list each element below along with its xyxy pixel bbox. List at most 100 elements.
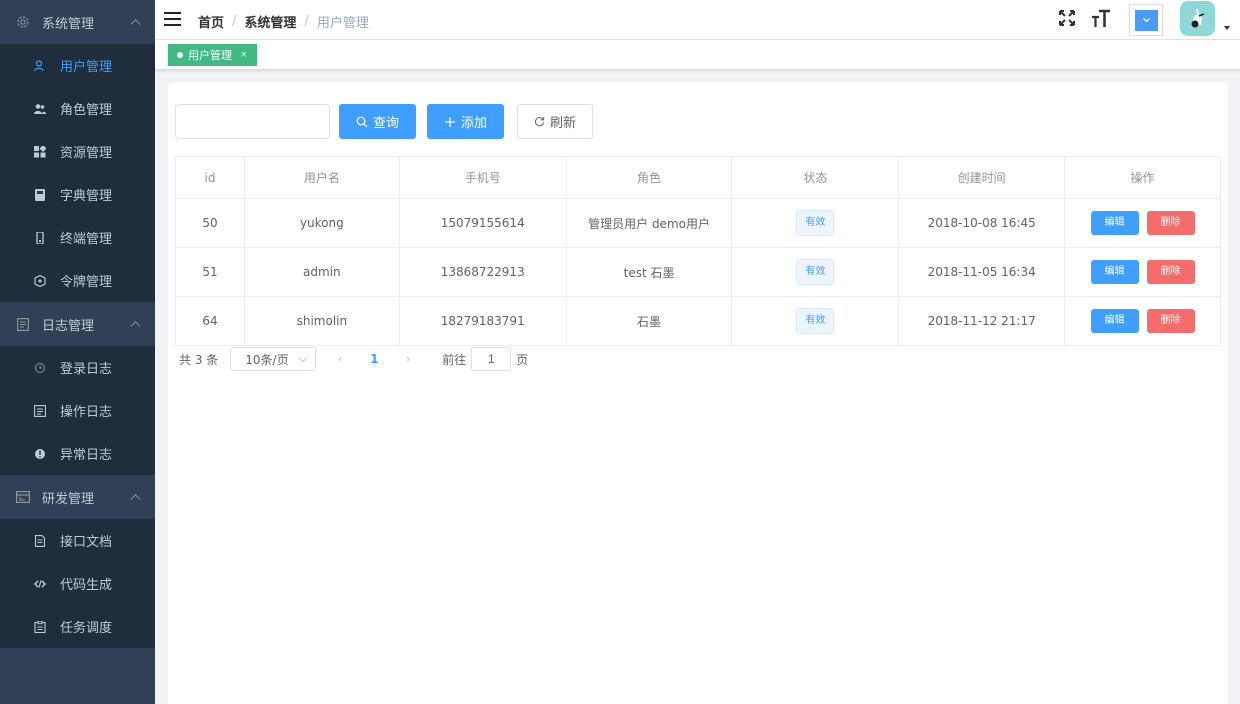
refresh-button[interactable]: 刷新 — [517, 104, 593, 139]
user-table: id 用户名 手机号 角色 状态 创建时间 操作 50 yukong 15079… — [175, 156, 1221, 346]
page-size-select[interactable]: 10条/页 — [230, 347, 317, 371]
chevron-up-icon — [130, 19, 141, 30]
sidebar-item-code-gen[interactable]: 代码生成 — [0, 562, 155, 605]
delete-button[interactable]: 删除 — [1146, 309, 1195, 333]
grid-icon — [34, 145, 46, 158]
cell-created: 2018-11-05 16:34 — [898, 247, 1066, 297]
select-trigger — [1135, 10, 1158, 31]
edit-button[interactable]: 编辑 — [1090, 211, 1139, 235]
sidebar-item-label: 操作日志 — [60, 405, 113, 420]
refresh-button-label: 刷新 — [549, 116, 576, 131]
pagination-total: 共 3 条 — [179, 352, 219, 367]
column-header-role[interactable]: 角色 — [565, 156, 733, 199]
user-icon — [34, 59, 46, 72]
cell-created: 2018-10-08 16:45 — [898, 198, 1066, 248]
breadcrumb-separator: / — [232, 14, 237, 29]
table-row: 64 shimolin 18279183791 石墨 有效 2018-11-12… — [175, 296, 1221, 346]
clock-icon — [34, 362, 46, 374]
fullscreen-icon[interactable] — [1058, 9, 1078, 29]
menu-group-system[interactable]: 系统管理 — [0, 0, 155, 44]
delete-button[interactable]: 删除 — [1146, 260, 1195, 284]
tag-label: 用户管理 — [188, 49, 232, 62]
sidebar-item-roles[interactable]: 角色管理 — [0, 87, 155, 130]
column-header-phone[interactable]: 手机号 — [398, 156, 567, 199]
cell-phone: 13868722913 — [398, 247, 567, 297]
page-number[interactable]: 1 — [360, 352, 388, 366]
active-dot — [177, 52, 183, 58]
edit-button[interactable]: 编辑 — [1090, 260, 1139, 284]
submenu-system: 用户管理 角色管理 资源管理 字典管理 终端管理 令牌管理 — [0, 44, 155, 302]
table-row: 50 yukong 15079155614 管理员用户 demo用户 有效 20… — [175, 198, 1221, 248]
delete-button[interactable]: 删除 — [1146, 211, 1195, 235]
table-row: 51 admin 13868722913 test 石墨 有效 2018-11-… — [175, 247, 1221, 297]
people-icon — [34, 103, 46, 115]
font-size-icon[interactable] — [1091, 9, 1111, 29]
column-header-status[interactable]: 状态 — [731, 156, 900, 199]
gear-icon — [16, 15, 30, 29]
status-badge: 有效 — [796, 259, 835, 285]
cell-actions: 编辑 删除 — [1064, 296, 1221, 346]
menu-group-label: 系统管理 — [42, 16, 95, 32]
next-page-icon[interactable]: › — [396, 352, 420, 366]
column-header-created[interactable]: 创建时间 — [898, 156, 1066, 199]
code-icon — [34, 578, 46, 590]
column-header-username[interactable]: 用户名 — [243, 156, 400, 199]
avatar[interactable] — [1180, 1, 1215, 36]
cell-created: 2018-11-12 21:17 — [898, 296, 1066, 346]
file-icon — [34, 534, 46, 547]
cell-id: 64 — [175, 296, 245, 346]
tag-user-management[interactable]: 用户管理 × — [168, 44, 257, 66]
cell-role: 石墨 — [565, 296, 733, 346]
menu-group-label: 研发管理 — [42, 491, 95, 507]
sidebar-item-label: 令牌管理 — [60, 275, 113, 290]
cell-username: yukong — [243, 198, 400, 248]
goto-page-input[interactable] — [471, 347, 512, 371]
breadcrumb-system[interactable]: 系统管理 — [244, 12, 296, 31]
submenu-logs: 登录日志 操作日志 异常日志 — [0, 346, 155, 475]
cell-actions: 编辑 删除 — [1064, 198, 1221, 248]
token-icon — [34, 274, 46, 287]
sidebar-item-users[interactable]: 用户管理 — [0, 44, 155, 87]
navbar: 首页 / 系统管理 / 用户管理 — [155, 0, 1240, 40]
sidebar-item-operation-log[interactable]: 操作日志 — [0, 389, 155, 432]
caret-down-icon[interactable] — [1224, 26, 1230, 30]
sidebar-item-dictionary[interactable]: 字典管理 — [0, 173, 155, 216]
search-input[interactable] — [175, 104, 330, 139]
warning-icon — [34, 448, 46, 460]
sidebar-item-api-docs[interactable]: 接口文档 — [0, 519, 155, 562]
sidebar-item-login-log[interactable]: 登录日志 — [0, 346, 155, 389]
cell-username: admin — [243, 247, 400, 297]
menu-group-logs[interactable]: 日志管理 — [0, 302, 155, 346]
menu-group-dev[interactable]: 研发管理 — [0, 475, 155, 519]
column-header-actions: 操作 — [1064, 156, 1221, 199]
query-button[interactable]: 查询 — [339, 104, 416, 139]
cell-id: 50 — [175, 198, 245, 248]
query-button-label: 查询 — [372, 116, 399, 131]
sidebar-item-label: 终端管理 — [60, 232, 113, 247]
add-button-label: 添加 — [460, 116, 487, 131]
column-header-id[interactable]: id — [175, 156, 245, 199]
cell-phone: 18279183791 — [398, 296, 567, 346]
close-icon[interactable]: × — [240, 50, 248, 60]
prev-page-icon[interactable]: ‹ — [328, 352, 352, 366]
sidebar-item-tokens[interactable]: 令牌管理 — [0, 259, 155, 302]
sidebar-item-terminals[interactable]: 终端管理 — [0, 216, 155, 259]
cell-actions: 编辑 删除 — [1064, 247, 1221, 297]
sidebar: 系统管理 用户管理 角色管理 资源管理 字典管理 终端管理 令牌管理 日志管理 … — [0, 0, 155, 704]
document-icon — [16, 317, 30, 331]
sidebar-item-scheduler[interactable]: 任务调度 — [0, 605, 155, 648]
breadcrumb-home[interactable]: 首页 — [198, 12, 224, 31]
sidebar-item-label: 字典管理 — [60, 189, 113, 204]
size-select[interactable] — [1129, 4, 1163, 36]
cell-role: test 石墨 — [565, 247, 733, 297]
edit-button[interactable]: 编辑 — [1090, 309, 1139, 333]
sidebar-item-label: 用户管理 — [60, 60, 113, 75]
sidebar-item-resources[interactable]: 资源管理 — [0, 130, 155, 173]
status-badge: 有效 — [796, 308, 835, 334]
search-icon — [356, 116, 368, 128]
hamburger-icon[interactable] — [164, 12, 181, 26]
add-button[interactable]: 添加 — [427, 104, 504, 139]
chevron-up-icon — [130, 321, 141, 332]
cell-status: 有效 — [731, 296, 900, 346]
sidebar-item-exception-log[interactable]: 异常日志 — [0, 432, 155, 475]
